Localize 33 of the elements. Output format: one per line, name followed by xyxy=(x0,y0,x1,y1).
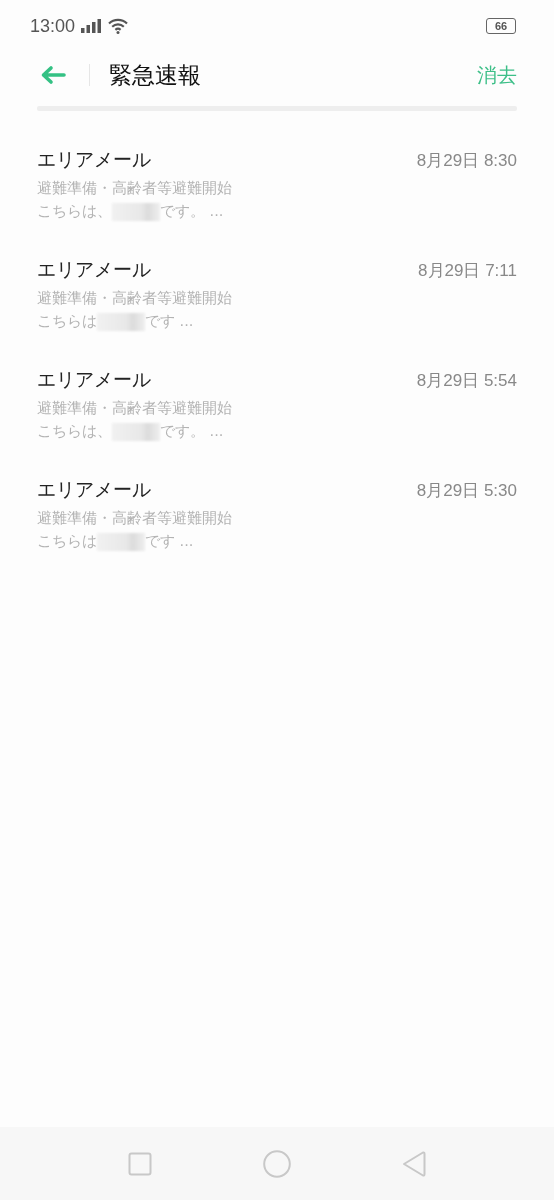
message-sender[interactable]: エリアメール xyxy=(37,257,151,283)
message-preview: こちらは xyxy=(37,312,97,331)
message-preview: です。 ... xyxy=(160,202,224,221)
message-preview: こちらは、 xyxy=(37,422,112,441)
message-sender[interactable]: エリアメール xyxy=(37,147,151,173)
back-button[interactable] xyxy=(40,65,66,85)
message-preview: こちらは xyxy=(37,532,97,551)
message-time: 8月29日 8:30 xyxy=(416,150,517,172)
message-time: 8月29日 5:30 xyxy=(416,480,517,502)
message-subject: 避難準備・高齢者等避難開始 xyxy=(37,179,233,198)
message-sender[interactable]: エリアメール xyxy=(37,477,151,503)
wifi-icon xyxy=(108,18,129,34)
message-preview: です。 ... xyxy=(160,422,224,441)
message-subject: 避難準備・高齢者等避難開始 xyxy=(37,399,233,418)
message-sender[interactable]: エリアメール xyxy=(37,367,151,393)
page-title: 緊急速報 xyxy=(109,60,202,90)
redacted-text xyxy=(97,312,145,331)
redacted-text xyxy=(112,202,160,221)
message-subject: 避難準備・高齢者等避難開始 xyxy=(37,509,233,528)
signal-icon xyxy=(81,19,103,33)
recent-apps-icon[interactable] xyxy=(128,1151,152,1176)
message-subject: 避難準備・高齢者等避難開始 xyxy=(37,289,233,308)
redacted-text xyxy=(112,422,160,441)
back-icon[interactable] xyxy=(402,1149,426,1178)
redacted-text xyxy=(97,532,145,551)
message-preview: こちらは、 xyxy=(37,202,112,221)
message-preview: です ... xyxy=(145,312,194,331)
message-time: 8月29日 7:11 xyxy=(418,260,517,282)
message-preview: です ... xyxy=(145,532,194,551)
status-time: 13:00 xyxy=(30,15,76,37)
battery-icon: 66 xyxy=(486,18,516,34)
home-icon[interactable] xyxy=(263,1149,291,1178)
message-time: 8月29日 5:54 xyxy=(416,370,517,392)
